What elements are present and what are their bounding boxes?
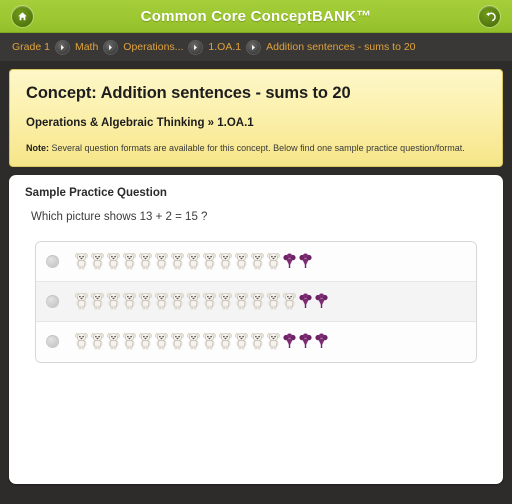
dog-icon [171, 333, 184, 350]
breadcrumb-item-subject[interactable]: Math [75, 42, 98, 53]
page-title: Common Core ConceptBANK™ [140, 7, 372, 25]
dog-icon [107, 292, 120, 310]
dog-icon [203, 292, 216, 310]
back-arrow-icon [484, 11, 496, 23]
dog-icon [91, 333, 104, 350]
dog-icon [107, 333, 120, 350]
dog-icon [91, 252, 104, 270]
dog-icon [267, 292, 280, 310]
dog-icon [219, 252, 232, 270]
dog-icon [123, 252, 136, 270]
dog-icon [235, 333, 248, 350]
page-bottom-gutter [0, 484, 512, 494]
answer-choice-a[interactable] [36, 241, 476, 282]
chevron-right-icon [55, 40, 69, 54]
dog-icon [187, 292, 200, 310]
dog-icon [139, 292, 152, 310]
dog-icon [123, 333, 136, 350]
question-text: Which picture shows 13 + 2 = 15 ? [31, 210, 208, 223]
question-heading: Sample Practice Question [25, 186, 167, 199]
dog-icon [75, 333, 88, 350]
choice-b-items [75, 292, 328, 310]
dog-icon [283, 292, 296, 310]
breadcrumb: Grade 1 Math Operations... 1.OA.1 Additi… [0, 33, 512, 61]
app-header: Common Core ConceptBANK™ [0, 0, 512, 33]
dog-icon [107, 252, 120, 270]
concept-note-text: Several question formats are available f… [49, 143, 465, 153]
answer-choice-b[interactable] [36, 281, 476, 322]
dog-icon [91, 292, 104, 310]
dog-icon [155, 292, 168, 310]
purple-flower-icon [299, 253, 312, 270]
concept-note: Note: Several question formats are avail… [26, 143, 486, 154]
dog-icon [75, 252, 88, 270]
dog-icon [123, 292, 136, 310]
dog-icon [187, 333, 200, 350]
dog-icon [235, 292, 248, 310]
dog-icon [75, 292, 88, 310]
back-button[interactable] [479, 6, 500, 27]
purple-flower-icon [299, 293, 312, 310]
dog-icon [219, 292, 232, 310]
radio-button-unselected-icon[interactable] [46, 254, 59, 268]
breadcrumb-item-grade[interactable]: Grade 1 [12, 42, 50, 53]
dog-icon [171, 252, 184, 270]
purple-flower-icon [315, 293, 328, 310]
dog-icon [235, 252, 248, 270]
concept-note-label: Note: [26, 143, 49, 153]
breadcrumb-item-concept[interactable]: Addition sentences - sums to 20 [266, 42, 415, 53]
purple-flower-icon [283, 333, 296, 350]
purple-flower-icon [299, 333, 312, 350]
dog-icon [187, 252, 200, 270]
choice-c-items [75, 333, 328, 350]
purple-flower-icon [315, 333, 328, 350]
home-button[interactable] [12, 6, 33, 27]
dog-icon [139, 252, 152, 270]
dog-icon [139, 333, 152, 350]
dog-icon [251, 333, 264, 350]
dog-icon [155, 333, 168, 350]
dog-icon [203, 252, 216, 270]
dog-icon [267, 252, 280, 270]
dog-icon [171, 292, 184, 310]
answer-choices-list [35, 240, 477, 363]
radio-button-unselected-icon[interactable] [46, 294, 59, 308]
dog-icon [267, 333, 280, 350]
breadcrumb-item-standard[interactable]: 1.OA.1 [208, 42, 241, 53]
dog-icon [203, 333, 216, 350]
radio-button-unselected-icon[interactable] [46, 335, 59, 349]
concept-panel: Concept: Addition sentences - sums to 20… [9, 69, 503, 167]
purple-flower-icon [283, 253, 296, 270]
chevron-right-icon [247, 40, 261, 54]
home-icon [17, 11, 28, 22]
concept-subtitle: Operations & Algebraic Thinking » 1.OA.1 [26, 117, 254, 129]
dog-icon [251, 292, 264, 310]
choice-a-items [75, 252, 312, 270]
dog-icon [251, 252, 264, 270]
dog-icon [219, 333, 232, 350]
dog-icon [155, 252, 168, 270]
chevron-right-icon [104, 40, 118, 54]
breadcrumb-item-domain[interactable]: Operations... [123, 42, 183, 53]
practice-question-card: Sample Practice Question Which picture s… [9, 174, 503, 484]
concept-panel-wrap: Concept: Addition sentences - sums to 20… [0, 61, 512, 167]
chevron-right-icon [189, 40, 203, 54]
answer-choice-c[interactable] [36, 321, 476, 362]
concept-title: Concept: Addition sentences - sums to 20 [26, 84, 351, 102]
